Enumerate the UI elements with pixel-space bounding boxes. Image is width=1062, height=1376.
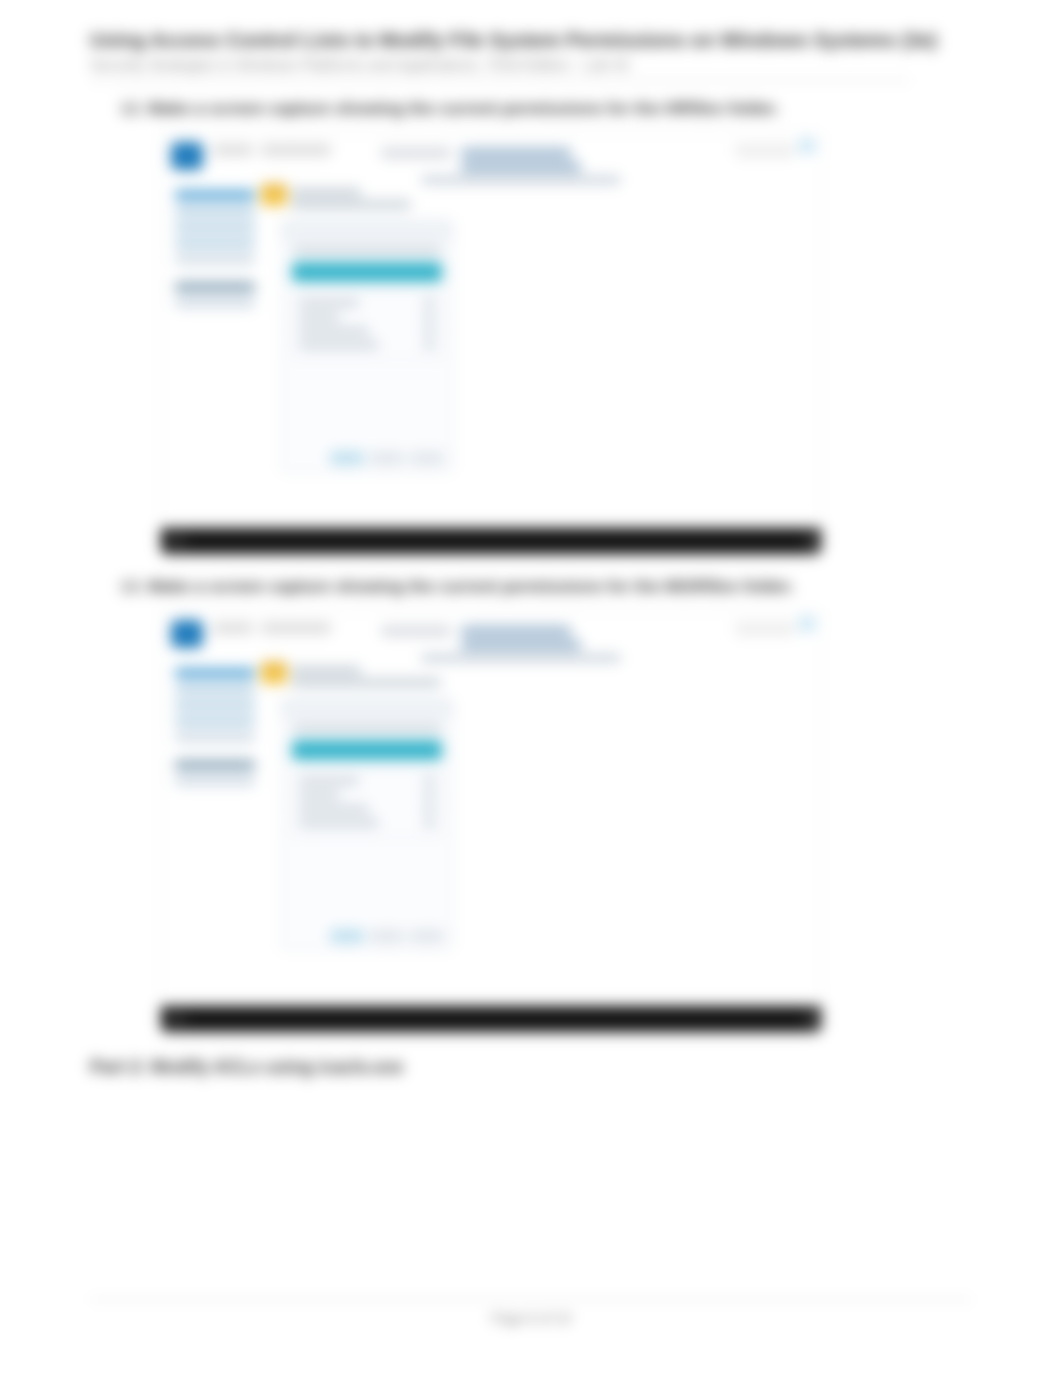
part-heading: Part 2: Modify ACLs using icacls.exe: [90, 1057, 1002, 1078]
breadcrumb[interactable]: [381, 148, 451, 158]
explorer-icon: [171, 142, 203, 170]
breadcrumb[interactable]: [381, 626, 451, 636]
perm-row: [299, 313, 435, 323]
file-label: [291, 678, 441, 687]
perm-row: [299, 777, 435, 787]
sidebar-item[interactable]: [175, 776, 255, 786]
sidebar-item-quickaccess[interactable]: [175, 190, 255, 200]
page-footer: Page 6 of 19: [90, 1299, 972, 1326]
sidebar-item[interactable]: [175, 700, 255, 710]
step-text: Make a screen capture showing the curren…: [148, 577, 794, 597]
properties-dialog: [281, 698, 453, 950]
explorer-icon: [171, 620, 203, 648]
ok-button[interactable]: [370, 929, 404, 943]
dialog-group-highlight[interactable]: [292, 262, 442, 282]
address-bar[interactable]: [261, 144, 331, 156]
step-number: 12.: [120, 99, 148, 119]
dialog-buttons: [330, 451, 444, 465]
sidebar-item[interactable]: [175, 716, 255, 726]
close-icon[interactable]: [799, 138, 815, 154]
permissions-list: [292, 768, 442, 838]
breadcrumb[interactable]: [421, 654, 621, 662]
step-12: 12. Make a screen capture showing the cu…: [120, 99, 1002, 119]
document-page: Using Access Control Lists to Modify Fil…: [0, 0, 1062, 1376]
dialog-buttons: [330, 929, 444, 943]
step-13: 13. Make a screen capture showing the cu…: [120, 577, 1002, 597]
breadcrumb[interactable]: [461, 640, 581, 650]
address-bar[interactable]: [261, 622, 331, 634]
cancel-button[interactable]: [410, 929, 444, 943]
edit-button[interactable]: [330, 451, 364, 465]
taskbar[interactable]: [161, 528, 821, 554]
tab-security[interactable]: [282, 699, 452, 718]
page-subtitle: Security Strategies in Windows Platforms…: [90, 57, 910, 81]
sidebar-item[interactable]: [175, 684, 255, 694]
folder-icon[interactable]: [261, 184, 287, 206]
sidebar-item-quickaccess[interactable]: [175, 668, 255, 678]
sidebar-item[interactable]: [175, 298, 255, 308]
dialog-object-label: [292, 246, 442, 254]
perm-row: [299, 819, 435, 829]
perm-row: [299, 791, 435, 801]
dialog-group-highlight[interactable]: [292, 740, 442, 760]
page-title: Using Access Control Lists to Modify Fil…: [90, 30, 1002, 53]
sidebar-item[interactable]: [175, 222, 255, 232]
breadcrumb[interactable]: [461, 148, 571, 158]
sidebar-item[interactable]: [175, 732, 255, 742]
step-text: Make a screen capture showing the curren…: [148, 99, 779, 119]
ok-button[interactable]: [370, 451, 404, 465]
breadcrumb[interactable]: [461, 162, 581, 172]
sidebar-item-thispc[interactable]: [175, 282, 255, 292]
perm-row: [299, 341, 435, 351]
dialog-object-label: [292, 724, 442, 732]
permissions-list: [292, 290, 442, 360]
explorer-sidebar: [175, 662, 255, 792]
sidebar-item[interactable]: [175, 238, 255, 248]
close-icon[interactable]: [799, 616, 815, 632]
nav-back-forward[interactable]: [213, 144, 253, 156]
folder-icon[interactable]: [261, 662, 287, 684]
nav-back-forward[interactable]: [213, 622, 253, 634]
sidebar-item[interactable]: [175, 254, 255, 264]
cancel-button[interactable]: [410, 451, 444, 465]
search-input[interactable]: [735, 144, 795, 158]
breadcrumb[interactable]: [421, 176, 621, 184]
properties-dialog: [281, 220, 453, 472]
edit-button[interactable]: [330, 929, 364, 943]
screenshot-hrfiles: [160, 133, 822, 555]
sidebar-item-thispc[interactable]: [175, 760, 255, 770]
sidebar-item[interactable]: [175, 206, 255, 216]
explorer-sidebar: [175, 184, 255, 314]
perm-row: [299, 299, 435, 309]
file-label: [291, 200, 411, 209]
tab-security[interactable]: [282, 221, 452, 240]
breadcrumb[interactable]: [461, 626, 571, 636]
file-label: [291, 188, 361, 197]
perm-row: [299, 327, 435, 337]
screenshot-mgrfiles: [160, 611, 822, 1033]
file-label: [291, 666, 361, 675]
taskbar[interactable]: [161, 1006, 821, 1032]
perm-row: [299, 805, 435, 815]
search-input[interactable]: [735, 622, 795, 636]
step-number: 13.: [120, 577, 148, 597]
